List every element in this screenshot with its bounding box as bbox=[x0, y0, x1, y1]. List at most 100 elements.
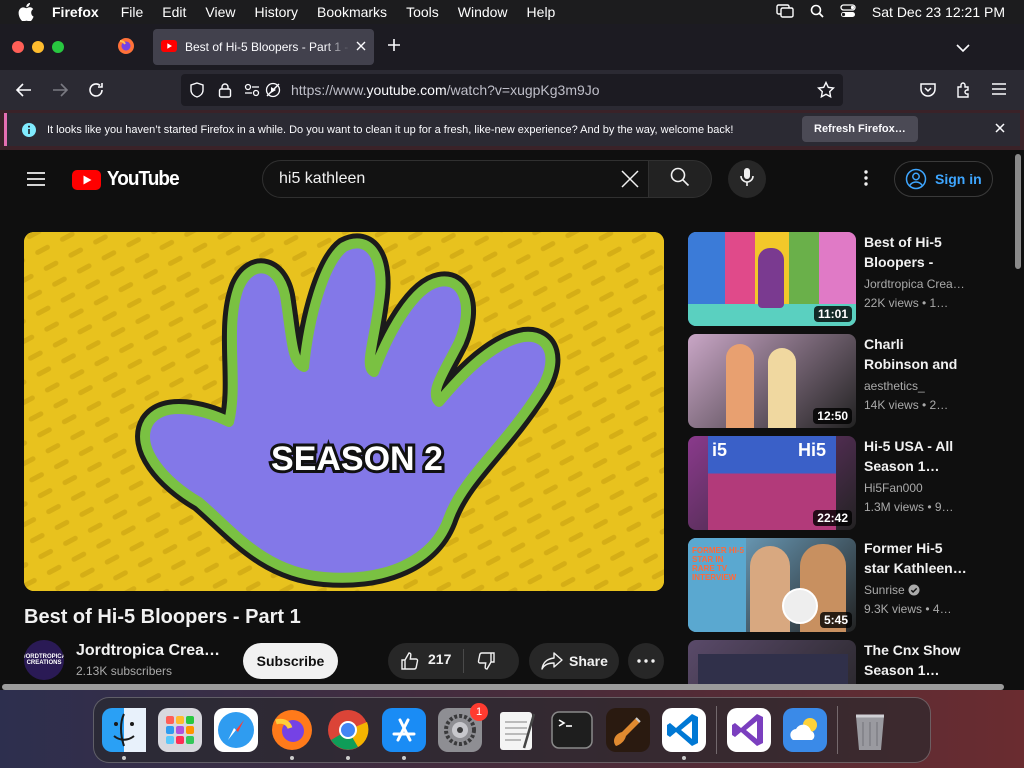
menu-help[interactable]: Help bbox=[527, 4, 556, 20]
recommended-channel-name[interactable]: Sunrise bbox=[864, 583, 920, 597]
channel-name[interactable]: Jordtropica Creati… bbox=[76, 642, 221, 660]
recommended-video-title[interactable]: Hi-5 USA - All Season 1… bbox=[864, 436, 972, 476]
recommended-video[interactable]: 12:50 Charli Robinson and Tim… aesthetic… bbox=[688, 334, 1018, 428]
menu-tools[interactable]: Tools bbox=[406, 4, 439, 20]
screen-mirroring-icon[interactable] bbox=[776, 3, 794, 21]
menu-clock[interactable]: Sat Dec 23 12:21 PM bbox=[872, 4, 1005, 20]
clear-search-icon[interactable] bbox=[618, 167, 642, 196]
recommended-video-title[interactable]: Former Hi-5 star Kathleen… bbox=[864, 538, 972, 578]
search-query-text: hi5 kathleen bbox=[279, 170, 366, 187]
recommended-channel-name[interactable]: Jordtropica Crea… bbox=[864, 277, 965, 291]
dock-firefox-icon[interactable] bbox=[270, 708, 314, 760]
new-tab-button[interactable] bbox=[387, 36, 401, 56]
dock-textedit-icon[interactable] bbox=[494, 708, 538, 752]
thumbnail-overlay-text: FORMER HI-5 STAR IN RARE TV INTERVIEW bbox=[692, 546, 744, 582]
dock-app-store-icon[interactable] bbox=[382, 708, 426, 760]
minimize-window-button[interactable] bbox=[32, 41, 44, 53]
guide-menu-icon[interactable] bbox=[26, 171, 46, 192]
video-thumbnail[interactable] bbox=[688, 640, 856, 690]
tab-bar: Best of Hi-5 Bloopers - Part 1 - bbox=[0, 24, 1024, 70]
dock-system-settings-icon[interactable]: 1 bbox=[438, 703, 488, 752]
dock-trash-icon[interactable] bbox=[848, 708, 892, 752]
youtube-favicon-icon bbox=[161, 39, 177, 55]
refresh-firefox-button[interactable]: Refresh Firefox… bbox=[802, 116, 918, 142]
menu-view[interactable]: View bbox=[205, 4, 235, 20]
dock-terminal-icon[interactable] bbox=[550, 708, 594, 752]
menu-window[interactable]: Window bbox=[458, 4, 508, 20]
like-separator bbox=[463, 649, 465, 673]
tracking-protection-shield-icon[interactable] bbox=[189, 82, 205, 101]
reload-icon[interactable] bbox=[87, 81, 105, 104]
extensions-icon[interactable] bbox=[955, 81, 973, 104]
microphone-icon bbox=[740, 167, 754, 192]
active-tab[interactable]: Best of Hi-5 Bloopers - Part 1 - bbox=[153, 29, 374, 65]
recommended-video-title[interactable]: The Cnx Show Season 1… bbox=[864, 640, 972, 680]
more-horizontal-icon bbox=[637, 659, 655, 663]
menu-file[interactable]: File bbox=[121, 4, 144, 20]
recommended-video[interactable]: i5 Hi5 22:42 Hi-5 USA - All Season 1… Hi5… bbox=[688, 436, 1018, 530]
menu-history[interactable]: History bbox=[254, 4, 298, 20]
autoplay-blocked-icon[interactable] bbox=[265, 82, 281, 101]
recommended-video[interactable]: 11:01 Best of Hi-5 Bloopers - Par… Jordt… bbox=[688, 232, 1018, 326]
voice-search-button[interactable] bbox=[728, 160, 766, 198]
verified-badge-icon bbox=[908, 584, 920, 596]
dislike-button[interactable] bbox=[476, 651, 496, 671]
like-button[interactable]: 217 bbox=[400, 651, 451, 671]
close-window-button[interactable] bbox=[12, 41, 24, 53]
video-thumbnail[interactable]: i5 Hi5 22:42 bbox=[688, 436, 856, 530]
list-all-tabs-icon[interactable] bbox=[956, 40, 970, 58]
recommended-video-title[interactable]: Charli Robinson and Tim… bbox=[864, 334, 972, 374]
spotlight-search-icon[interactable] bbox=[810, 4, 824, 21]
app-menu-icon[interactable] bbox=[991, 82, 1007, 101]
recommended-channel-name[interactable]: aesthetics_ bbox=[864, 379, 925, 393]
url-bar[interactable]: https://www.youtube.com/watch?v=xugpKg3m… bbox=[181, 74, 843, 106]
settings-more-icon[interactable] bbox=[858, 168, 874, 193]
dock-safari-icon[interactable] bbox=[214, 708, 258, 752]
dock-vscode-icon[interactable] bbox=[662, 708, 706, 760]
close-tab-icon[interactable] bbox=[356, 40, 366, 54]
menu-edit[interactable]: Edit bbox=[162, 4, 186, 20]
close-notification-icon[interactable] bbox=[994, 122, 1006, 137]
menu-bookmarks[interactable]: Bookmarks bbox=[317, 4, 387, 20]
dock-weather-icon[interactable] bbox=[783, 708, 827, 752]
dock-separator bbox=[716, 706, 717, 754]
dock-chrome-icon[interactable] bbox=[326, 708, 370, 760]
channel-avatar[interactable]: JORDTROPICA CREATIONS bbox=[24, 640, 64, 680]
apple-icon[interactable] bbox=[18, 3, 36, 21]
search-input[interactable]: hi5 kathleen bbox=[262, 160, 649, 198]
dock-launchpad-icon[interactable] bbox=[158, 708, 202, 752]
url-text[interactable]: https://www.youtube.com/watch?v=xugpKg3m… bbox=[291, 82, 600, 98]
control-center-icon[interactable] bbox=[840, 3, 856, 21]
dock-garageband-icon[interactable] bbox=[606, 708, 650, 752]
video-thumbnail[interactable]: 12:50 bbox=[688, 334, 856, 428]
youtube-logo[interactable]: YouTube bbox=[72, 168, 181, 191]
vertical-scrollbar[interactable] bbox=[1015, 154, 1021, 269]
more-actions-button[interactable] bbox=[628, 643, 664, 679]
search-button[interactable] bbox=[648, 160, 712, 198]
share-button[interactable]: Share bbox=[529, 643, 619, 679]
channel-avatar-text: JORDTROPICA CREATIONS bbox=[24, 654, 64, 666]
recommended-video[interactable]: The Cnx Show Season 1… bbox=[688, 640, 1018, 690]
share-label: Share bbox=[569, 653, 608, 669]
pocket-icon[interactable] bbox=[919, 81, 937, 104]
video-thumbnail[interactable]: 11:01 bbox=[688, 232, 856, 326]
video-thumbnail[interactable]: FORMER HI-5 STAR IN RARE TV INTERVIEW 5:… bbox=[688, 538, 856, 632]
lock-icon[interactable] bbox=[218, 82, 232, 101]
zoom-window-button[interactable] bbox=[52, 41, 64, 53]
video-player[interactable]: SEASON 2 bbox=[24, 232, 664, 591]
back-icon[interactable] bbox=[15, 81, 33, 104]
subscribe-button[interactable]: Subscribe bbox=[243, 643, 338, 679]
bookmark-star-icon[interactable] bbox=[816, 80, 836, 102]
sign-in-button[interactable]: Sign in bbox=[894, 161, 993, 197]
dock-separator bbox=[837, 706, 838, 754]
firefox-view-icon[interactable] bbox=[117, 37, 135, 60]
recommended-video[interactable]: FORMER HI-5 STAR IN RARE TV INTERVIEW 5:… bbox=[688, 538, 1018, 632]
permissions-icon[interactable] bbox=[243, 82, 261, 101]
forward-icon[interactable] bbox=[51, 81, 69, 104]
running-indicator bbox=[122, 756, 126, 760]
dock-visual-studio-icon[interactable] bbox=[727, 708, 771, 752]
dock-finder-icon[interactable] bbox=[102, 708, 146, 760]
recommended-video-title[interactable]: Best of Hi-5 Bloopers - Par… bbox=[864, 232, 972, 272]
recommended-channel-name[interactable]: Hi5Fan000 bbox=[864, 481, 923, 495]
menu-app-name[interactable]: Firefox bbox=[52, 4, 99, 20]
